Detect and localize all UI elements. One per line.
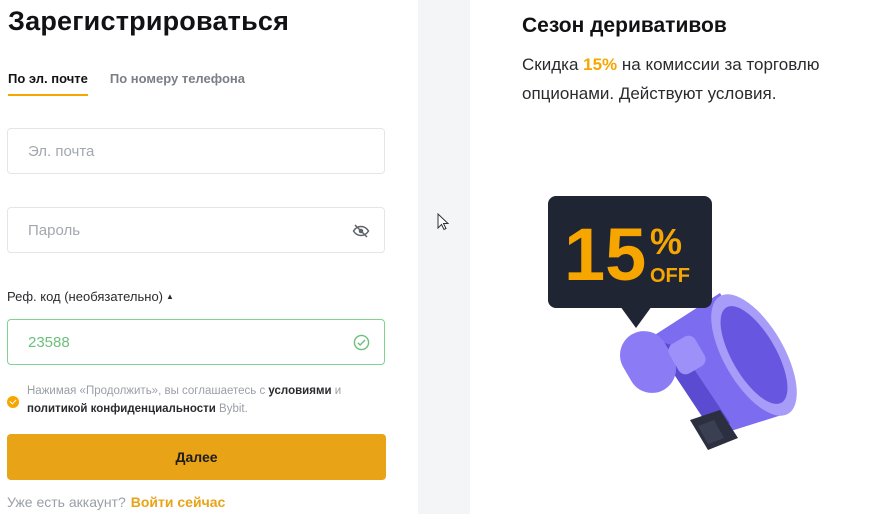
mouse-cursor-icon bbox=[437, 213, 449, 231]
registration-form: Зарегистрироваться По эл. почте По номер… bbox=[0, 0, 418, 514]
caret-up-icon: ▲ bbox=[166, 292, 174, 301]
ref-code-label-text: Реф. код (необязательно) bbox=[7, 289, 163, 304]
eye-off-icon[interactable] bbox=[352, 222, 370, 240]
email-input[interactable] bbox=[26, 142, 330, 161]
ref-code-label[interactable]: Реф. код (необязательно) ▲ bbox=[7, 289, 174, 304]
ref-code-input[interactable] bbox=[26, 333, 330, 352]
login-link[interactable]: Войти сейчас bbox=[131, 494, 226, 510]
tab-phone[interactable]: По номеру телефона bbox=[110, 71, 245, 96]
email-field[interactable] bbox=[7, 128, 385, 174]
discount-badge: 15 % OFF bbox=[548, 196, 712, 328]
promo-text-before: Скидка bbox=[522, 55, 579, 74]
password-input[interactable] bbox=[26, 221, 330, 240]
promo-description: Скидка 15% на комиссии за торговлю опцио… bbox=[522, 50, 822, 108]
page-title: Зарегистрироваться bbox=[8, 6, 290, 36]
signup-tabs: По эл. почте По номеру телефона bbox=[8, 71, 245, 96]
consent-and: и bbox=[334, 385, 342, 397]
consent-suffix: Bybit. bbox=[219, 403, 248, 415]
ref-code-field[interactable] bbox=[7, 319, 385, 365]
badge-percent: % bbox=[650, 221, 682, 262]
promo-title: Сезон деривативов bbox=[522, 14, 727, 37]
password-field[interactable] bbox=[7, 207, 385, 253]
check-circle-icon bbox=[353, 334, 370, 351]
login-prompt-text: Уже есть аккаунт? bbox=[7, 494, 126, 510]
privacy-link[interactable]: политикой конфиденциальности bbox=[27, 403, 216, 415]
megaphone-illustration: 15 % OFF bbox=[548, 196, 797, 450]
consent-text: Нажимая «Продолжить», вы соглашаетесь с bbox=[27, 385, 266, 397]
consent-checkbox[interactable] bbox=[7, 396, 19, 408]
next-button[interactable]: Далее bbox=[7, 434, 386, 480]
badge-off: OFF bbox=[650, 265, 690, 287]
badge-number: 15 bbox=[564, 213, 646, 296]
terms-link[interactable]: условиями bbox=[268, 385, 331, 397]
tab-email[interactable]: По эл. почте bbox=[8, 71, 88, 96]
promo-highlight: 15% bbox=[583, 55, 618, 74]
login-prompt: Уже есть аккаунт? Войти сейчас bbox=[7, 494, 225, 510]
